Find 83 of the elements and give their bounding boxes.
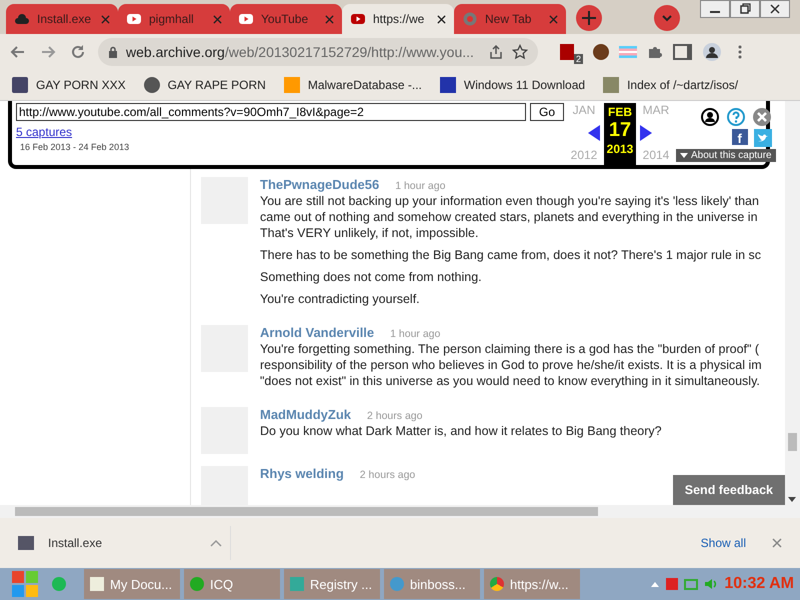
comment-text: Something does not come from nothing. bbox=[260, 269, 483, 285]
flag-extension-icon[interactable] bbox=[619, 46, 638, 58]
bookmark[interactable]: MalwareDatabase -... bbox=[284, 77, 422, 93]
close-window-button[interactable] bbox=[760, 0, 790, 18]
address-text: web.archive.org/web/20130217152729/http://www.you... bbox=[126, 44, 475, 60]
browser-tab[interactable]: https://we bbox=[342, 4, 454, 34]
tab-title: https://we bbox=[373, 12, 426, 26]
taskbar-button[interactable]: binboss... bbox=[384, 569, 480, 599]
comment-text: You're contradicting yourself. bbox=[260, 291, 421, 307]
about-capture-button[interactable]: About this capture bbox=[676, 149, 776, 162]
taskbar-button[interactable]: My Docu... bbox=[84, 569, 180, 599]
extension-badge: 2 bbox=[574, 54, 584, 64]
comment-time: 1 hour ago bbox=[395, 180, 446, 192]
taskbar-button[interactable]: ICQ bbox=[184, 569, 280, 599]
side-panel-icon[interactable] bbox=[673, 44, 692, 60]
close-icon[interactable] bbox=[752, 107, 772, 127]
browser-tab[interactable]: Install.exe bbox=[6, 4, 118, 34]
vertical-scrollbar[interactable] bbox=[785, 101, 800, 505]
year-link[interactable]: 2014 bbox=[642, 148, 670, 162]
lock-icon bbox=[108, 46, 118, 58]
horizontal-scrollbar[interactable] bbox=[0, 505, 800, 518]
comment-text: You are still not backing up your information even though you're saying it's 'less likely' than came out of nothing and somehow created stars, planets and everything in the universe in That's VERY unlikely, if not, impossible. bbox=[260, 193, 760, 241]
tab-title: pigmhall bbox=[149, 12, 195, 26]
comment-author[interactable]: Rhys welding bbox=[260, 466, 344, 481]
profile-icon[interactable] bbox=[702, 42, 722, 62]
taskbar-button[interactable]: https://w... bbox=[484, 569, 580, 599]
month-link[interactable]: JAN bbox=[572, 103, 596, 117]
cloud-icon bbox=[14, 11, 30, 27]
bookmark[interactable]: Windows 11 Download bbox=[440, 77, 586, 93]
new-tab-button[interactable] bbox=[576, 5, 602, 31]
restore-button[interactable] bbox=[730, 0, 760, 18]
comment-time: 2 hours ago bbox=[360, 469, 416, 481]
globe-icon bbox=[462, 11, 478, 27]
menu-icon[interactable] bbox=[738, 44, 742, 60]
tray-expand-icon[interactable] bbox=[650, 581, 660, 587]
go-button[interactable]: Go bbox=[530, 103, 564, 121]
browser-tab[interactable]: pigmhall bbox=[118, 4, 230, 34]
avatar-icon[interactable] bbox=[593, 44, 610, 60]
tab-title: YouTube bbox=[261, 12, 310, 26]
comment-time: 1 hour ago bbox=[390, 328, 440, 340]
taskbar-button[interactable]: Registry ... bbox=[284, 569, 380, 599]
video-play-icon bbox=[126, 11, 142, 27]
start-button[interactable] bbox=[10, 569, 40, 599]
video-play-icon bbox=[238, 11, 254, 27]
download-item[interactable]: Install.exe bbox=[18, 526, 231, 560]
bookmark[interactable]: GAY RAPE PORN bbox=[144, 77, 266, 93]
comment-author[interactable]: ThePwnageDude56 bbox=[260, 177, 380, 192]
comment-time: 2 hours ago bbox=[367, 410, 422, 422]
comment-text: You're forgetting something. The person claiming there is a god has the "burden of proof" ( responsibility of the person who believes in God to prove he/she/it exists. It is a physical im "does not exist" in this universe as you would need to know everything in it simultaneously. bbox=[260, 341, 762, 389]
bookmark[interactable]: GAY PORN XXX bbox=[12, 77, 126, 93]
show-all-link[interactable]: Show all bbox=[700, 536, 746, 550]
tab-title: Install.exe bbox=[37, 12, 92, 26]
current-date: FEB 17 2013 bbox=[604, 103, 636, 165]
browser-icon bbox=[490, 577, 504, 591]
address-bar[interactable]: web.archive.org/web/20130217152729/http://www.you... bbox=[98, 38, 538, 66]
caret-icon[interactable] bbox=[210, 539, 222, 547]
star-icon[interactable] bbox=[512, 44, 528, 60]
send-feedback-button[interactable]: Send feedback bbox=[672, 475, 785, 505]
facebook-icon[interactable]: f bbox=[732, 129, 748, 145]
date-range: 16 Feb 2013 - 24 Feb 2013 bbox=[20, 142, 130, 152]
help-icon[interactable] bbox=[726, 107, 746, 127]
minimize-button[interactable] bbox=[700, 0, 730, 18]
tab-title: New Tab bbox=[485, 12, 532, 26]
year-link[interactable]: 2012 bbox=[570, 148, 598, 162]
share-icon[interactable] bbox=[488, 44, 504, 60]
month-link[interactable]: MAR bbox=[642, 103, 670, 117]
comment-text: There has to be something the Big Bang came from, does it not? There's 1 major rule in sc bbox=[260, 247, 762, 263]
comment-author[interactable]: MadMuddyZuk bbox=[260, 407, 351, 422]
puzzle-icon[interactable] bbox=[647, 44, 664, 60]
bookmark[interactable]: Index of /~dartz/isos/ bbox=[603, 77, 738, 93]
url-input[interactable]: http://www.youtube.com/all_comments?v=90Omh7_I8vI&page=2 bbox=[16, 103, 526, 121]
globe-icon bbox=[144, 77, 160, 93]
account-icon[interactable] bbox=[700, 107, 720, 127]
close-icon[interactable] bbox=[437, 14, 446, 24]
video-play-icon bbox=[350, 11, 366, 27]
browser-tab[interactable]: YouTube bbox=[230, 4, 342, 34]
next-arrow-icon[interactable] bbox=[640, 124, 652, 140]
captures-link[interactable]: 5 captures bbox=[16, 125, 72, 139]
comment-author[interactable]: Arnold Vanderville bbox=[260, 325, 374, 340]
globe-icon bbox=[390, 577, 404, 591]
tab-search-button[interactable] bbox=[654, 5, 680, 31]
comment-text: Do you know what Dark Matter is, and how it relates to Big Bang theory? bbox=[260, 423, 662, 439]
browser-tab[interactable]: New Tab bbox=[454, 4, 566, 34]
